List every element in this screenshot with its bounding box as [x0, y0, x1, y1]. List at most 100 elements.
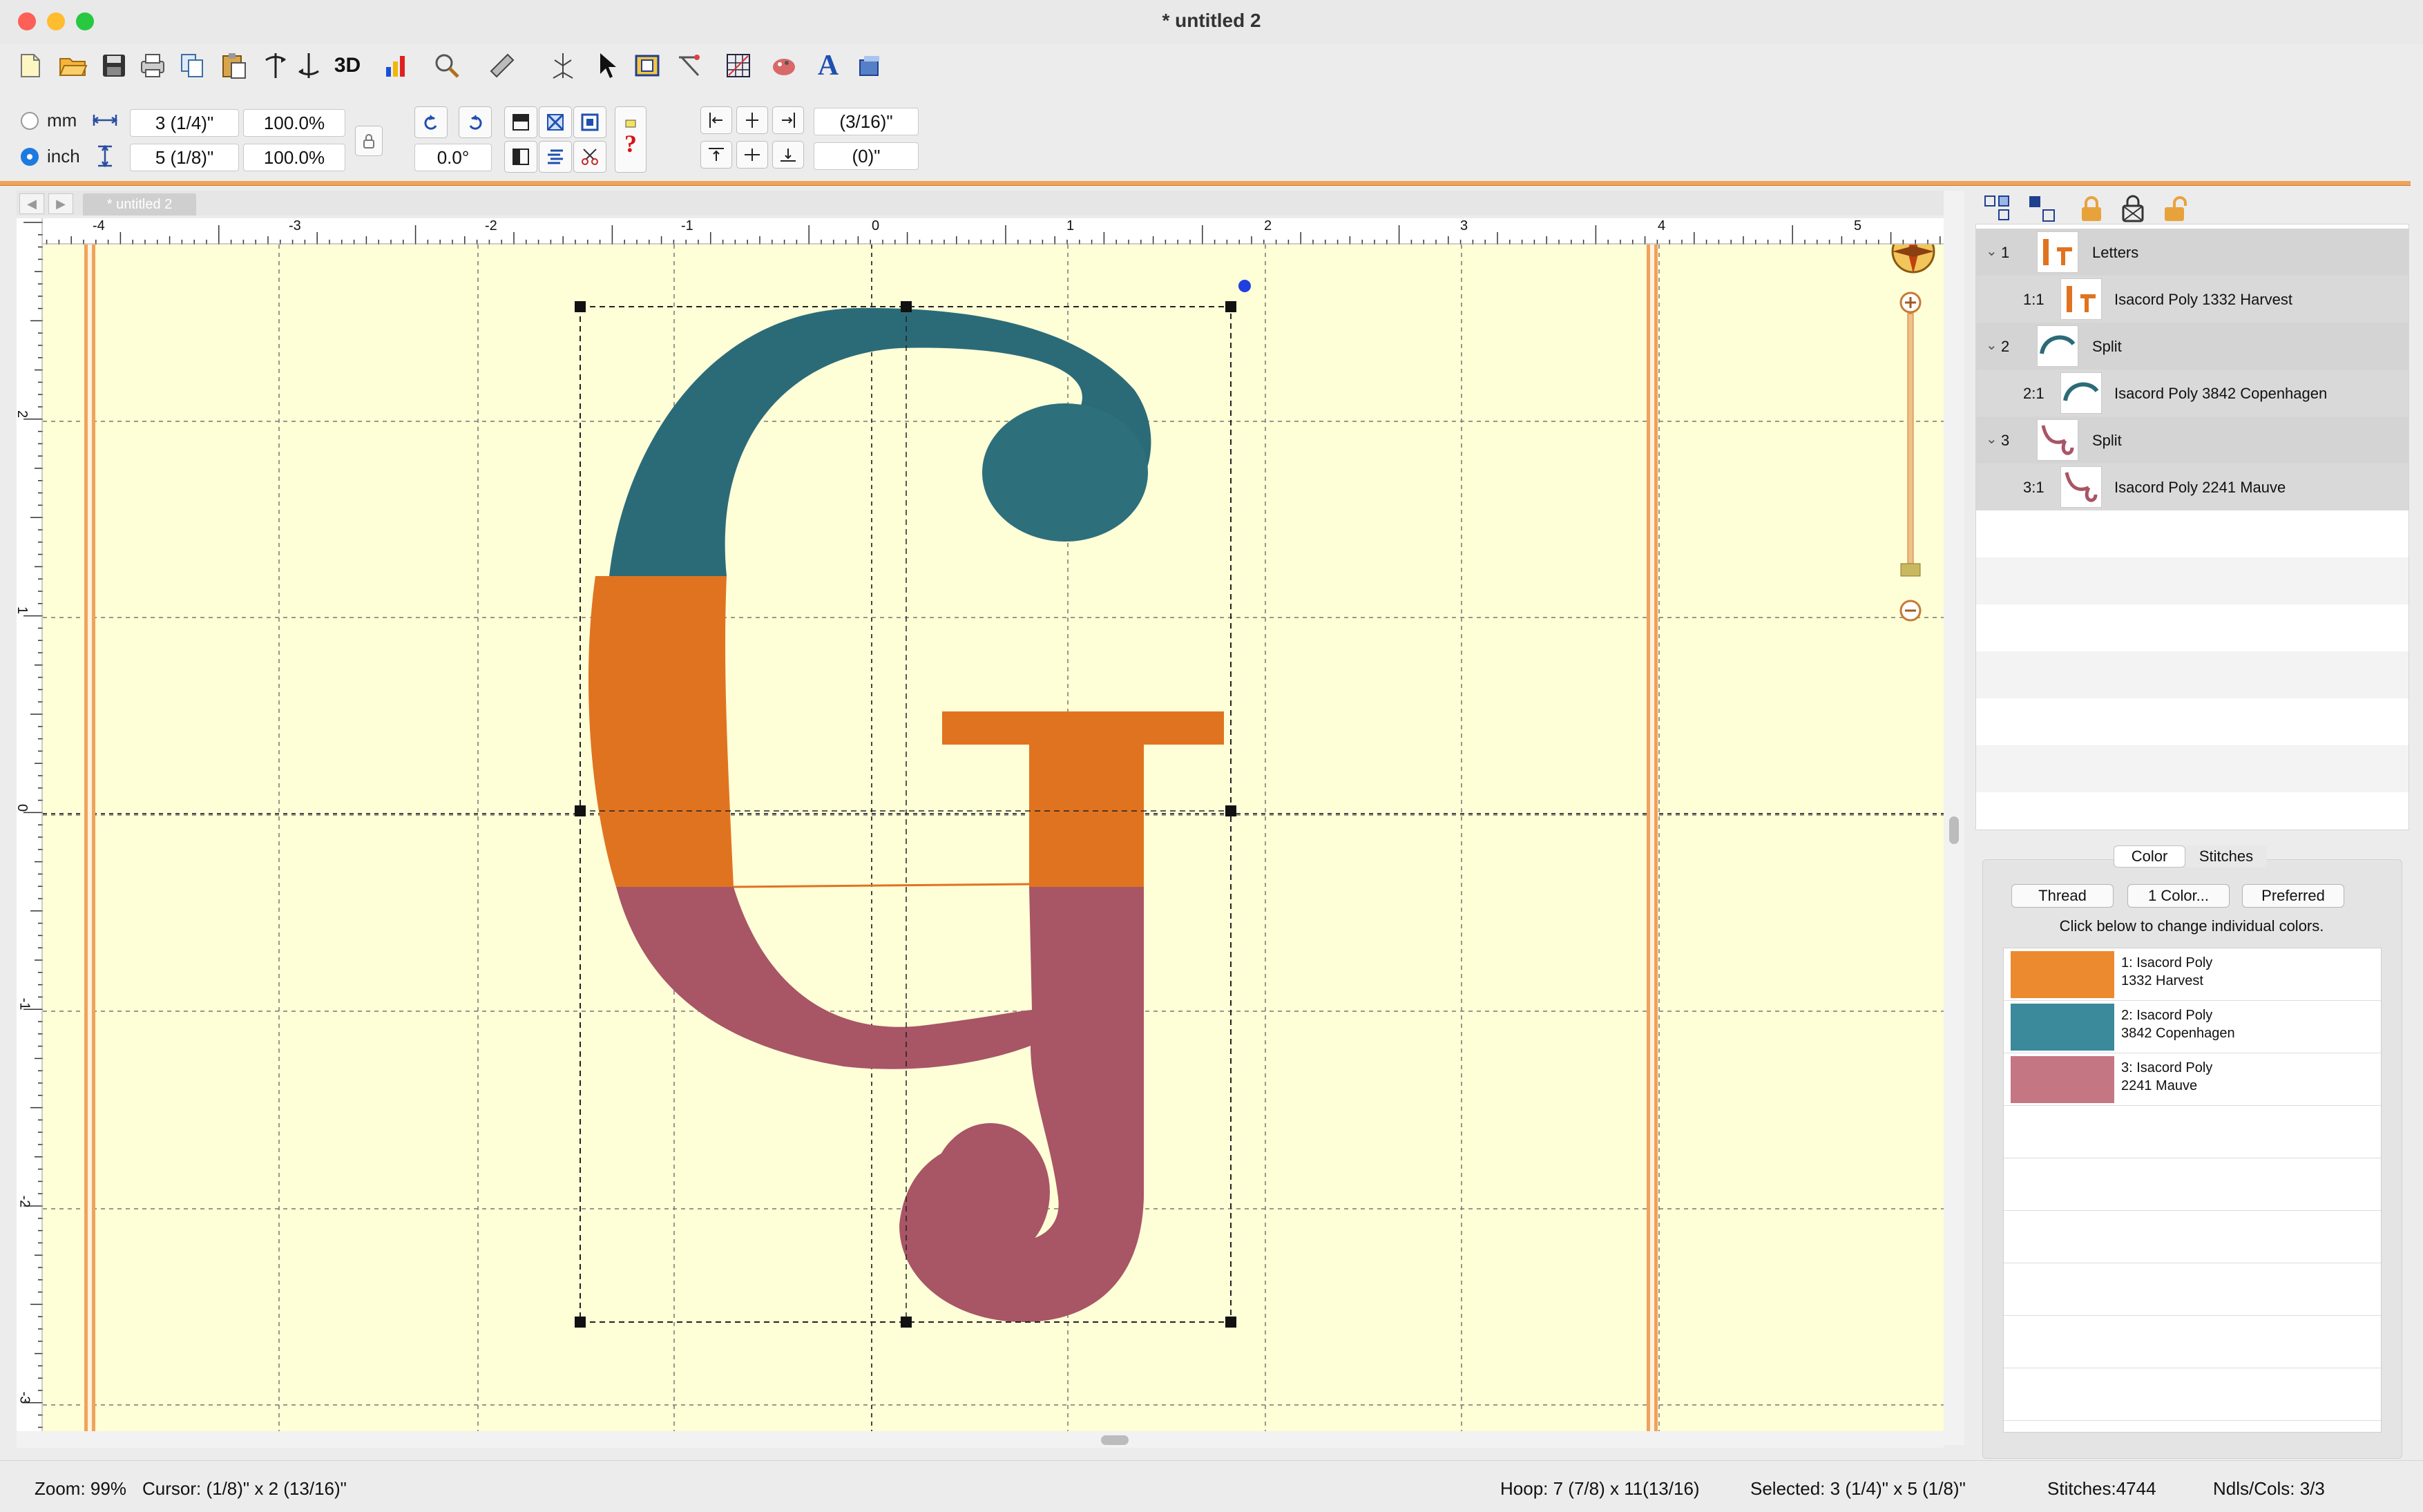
- height-field[interactable]: 5 (1/8)": [130, 144, 239, 171]
- window-title: * untitled 2: [1162, 10, 1261, 31]
- height-icon: [94, 144, 116, 169]
- grid-icon[interactable]: [722, 50, 754, 82]
- rotate-left-button[interactable]: [414, 106, 448, 138]
- zoom-slider[interactable]: [1899, 291, 1922, 622]
- open-folder-icon[interactable]: [57, 50, 88, 82]
- align-left-half-button[interactable]: [504, 141, 537, 173]
- align-center-v-button[interactable]: [736, 141, 768, 169]
- cut-button[interactable]: [573, 141, 606, 173]
- letter-g-mauve-section[interactable]: [616, 887, 1144, 1322]
- unit-mm-radio[interactable]: [21, 112, 39, 130]
- ruler-h-label: 1: [1066, 218, 1075, 233]
- rotate-handle[interactable]: [1238, 280, 1251, 292]
- letters-thumbnail-icon: [2037, 231, 2078, 273]
- group-icon[interactable]: [1982, 193, 2014, 225]
- tab-next-arrow[interactable]: ▶: [48, 193, 73, 214]
- mirror-horizontal-icon[interactable]: [260, 50, 291, 82]
- lock-all-icon[interactable]: [2118, 193, 2149, 225]
- object-row-2[interactable]: ⌄ 2 Split: [1976, 323, 2408, 370]
- rotation-field[interactable]: 0.0°: [414, 144, 492, 171]
- needle-icon[interactable]: [674, 50, 706, 82]
- color-row-1[interactable]: 1: Isacord Poly 1332 Harvest: [2004, 948, 2381, 1001]
- tab-untitled-2[interactable]: * untitled 2: [83, 193, 196, 216]
- canvas-scrollbar-vertical[interactable]: [1944, 191, 1964, 1445]
- copy-icon[interactable]: [177, 50, 209, 82]
- object-num: 1:1: [2023, 291, 2044, 308]
- help-button[interactable]: ?: [615, 106, 647, 173]
- color-swatch[interactable]: [2011, 1004, 2114, 1051]
- chart-icon[interactable]: [381, 50, 413, 82]
- tab-color[interactable]: Color: [2114, 845, 2185, 868]
- ungroup-icon[interactable]: [2027, 193, 2058, 225]
- paste-icon[interactable]: [218, 50, 250, 82]
- save-icon[interactable]: [98, 50, 130, 82]
- align-right-button[interactable]: [772, 106, 804, 134]
- tab-prev-arrow[interactable]: ◀: [19, 193, 44, 214]
- width-icon: [91, 111, 119, 130]
- thread-button[interactable]: Thread: [2011, 884, 2114, 908]
- aspect-lock-button[interactable]: [355, 126, 383, 156]
- color-swatch[interactable]: [2011, 1056, 2114, 1103]
- object-row-2-1[interactable]: 2:1 Isacord Poly 3842 Copenhagen: [1976, 370, 2408, 417]
- 3d-view-icon[interactable]: 3D: [332, 50, 363, 82]
- color-swatch[interactable]: [2011, 951, 2114, 998]
- print-icon[interactable]: [137, 50, 169, 82]
- color-label-line1: 1: Isacord Poly: [2121, 955, 2213, 970]
- design-canvas[interactable]: N: [43, 245, 1944, 1431]
- status-needles-colors: Ndls/Cols: 3/3: [2213, 1478, 2325, 1499]
- one-color-button[interactable]: 1 Color...: [2127, 884, 2230, 908]
- unit-mm-label: mm: [47, 110, 77, 131]
- fit-to-hoop-button[interactable]: [573, 106, 606, 138]
- ruler-h-label: 5: [1854, 218, 1862, 233]
- width-scale-field[interactable]: 100.0%: [243, 109, 345, 137]
- object-row-1[interactable]: ⌄ 1 Letters: [1976, 229, 2408, 276]
- canvas-scrollbar-horizontal[interactable]: [17, 1431, 1944, 1448]
- object-row-1-1[interactable]: 1:1 Isacord Poly 1332 Harvest: [1976, 276, 2408, 323]
- object-name: Letters: [2092, 244, 2139, 261]
- align-bottom-button[interactable]: [772, 141, 804, 169]
- unlock-icon[interactable]: [2159, 193, 2191, 225]
- ruler-icon[interactable]: [486, 50, 518, 82]
- ruler-v-label: 0: [15, 803, 30, 812]
- align-top-half-button[interactable]: [504, 106, 537, 138]
- color-row-2[interactable]: 2: Isacord Poly 3842 Copenhagen: [2004, 1001, 2381, 1053]
- height-scale-field[interactable]: 100.0%: [243, 144, 345, 171]
- align-left-button[interactable]: [700, 106, 732, 134]
- arrow-pointer-icon[interactable]: [591, 50, 623, 82]
- magnifier-icon[interactable]: [431, 50, 463, 82]
- hoop-icon[interactable]: [631, 50, 663, 82]
- preferred-button[interactable]: Preferred: [2242, 884, 2344, 908]
- compass-icon[interactable]: N: [1884, 245, 1942, 278]
- settings-icon[interactable]: [854, 50, 885, 82]
- center-object-button[interactable]: [539, 106, 572, 138]
- align-center-h-button[interactable]: [736, 106, 768, 134]
- new-file-icon[interactable]: [14, 50, 46, 82]
- stitch-icon[interactable]: [547, 50, 579, 82]
- offset-x-field[interactable]: (3/16)": [814, 108, 919, 135]
- status-selected: Selected: 3 (1/4)" x 5 (1/8)": [1750, 1478, 1966, 1499]
- width-field[interactable]: 3 (1/4)": [130, 109, 239, 137]
- toolbar: [0, 44, 2423, 134]
- lock-icon[interactable]: [2076, 193, 2108, 225]
- letter-g-copenhagen-section[interactable]: [609, 307, 1151, 576]
- unit-inch-radio[interactable]: [21, 148, 39, 166]
- scroll-thumb-horizontal[interactable]: [1101, 1435, 1129, 1445]
- ruler-v-label: -3: [17, 1391, 32, 1404]
- distribute-button[interactable]: [539, 141, 572, 173]
- color-label-line2: 3842 Copenhagen: [2121, 1026, 2235, 1041]
- color-row-3[interactable]: 3: Isacord Poly 2241 Mauve: [2004, 1053, 2381, 1106]
- rotate-right-button[interactable]: [459, 106, 492, 138]
- scroll-thumb-vertical[interactable]: [1949, 816, 1959, 844]
- text-icon[interactable]: A: [812, 50, 844, 82]
- ruler-horizontal: -4 -3 -2 -1 0 1 2 3 4 5: [17, 218, 1944, 245]
- mirror-vertical-icon[interactable]: [293, 50, 325, 82]
- paint-icon[interactable]: [768, 50, 800, 82]
- tab-stitches[interactable]: Stitches: [2185, 845, 2267, 868]
- align-top-button[interactable]: [700, 141, 732, 169]
- object-name: Isacord Poly 3842 Copenhagen: [2114, 385, 2328, 402]
- copenhagen-thumbnail-icon: [2060, 372, 2102, 414]
- object-row-3[interactable]: ⌄ 3 Split: [1976, 417, 2408, 463]
- object-row-3-1[interactable]: 3:1 Isacord Poly 2241 Mauve: [1976, 463, 2408, 510]
- mauve-thumbnail-icon: [2060, 466, 2102, 508]
- offset-y-field[interactable]: (0)": [814, 142, 919, 170]
